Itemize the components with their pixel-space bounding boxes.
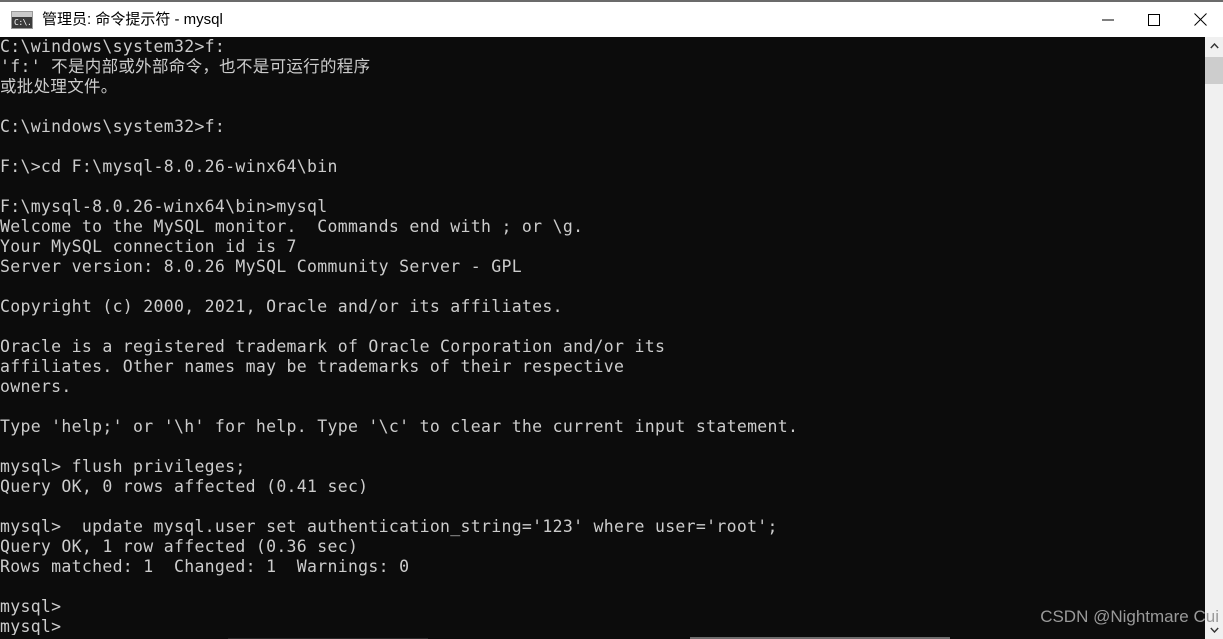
titlebar-buttons [1085,2,1223,37]
console-output[interactable]: C:\windows\system32>f:'f:' 不是内部或外部命令，也不是… [0,37,1204,639]
console-line: Query OK, 0 rows affected (0.41 sec) [0,477,369,496]
console-line: Copyright (c) 2000, 2021, Oracle and/or … [0,297,563,316]
scroll-up-button[interactable] [1205,37,1223,55]
console-line: mysql> update mysql.user set authenticat… [0,517,778,536]
console-line: Welcome to the MySQL monitor. Commands e… [0,217,584,236]
console-line: F:\mysql-8.0.26-winx64\bin>mysql [0,197,328,216]
minimize-button[interactable] [1085,2,1131,37]
console-line: Oracle is a registered trademark of Orac… [0,337,666,356]
console-line: 'f:' 不是内部或外部命令，也不是可运行的程序 [0,57,371,76]
cmd-icon-prompt-glyph: C:\. [14,17,32,27]
console-line: owners. [0,377,72,396]
window-title: 管理员: 命令提示符 - mysql [42,10,223,28]
console-line: Server version: 8.0.26 MySQL Community S… [0,257,522,276]
scrollbar-thumb[interactable] [1205,57,1223,84]
console-line: Type 'help;' or '\h' for help. Type '\c'… [0,417,799,436]
console-area[interactable]: C:\windows\system32>f:'f:' 不是内部或外部命令，也不是… [0,37,1223,639]
console-line: Rows matched: 1 Changed: 1 Warnings: 0 [0,557,410,576]
maximize-button[interactable] [1131,2,1177,37]
close-button[interactable] [1177,2,1223,37]
console-line: mysql> flush privileges; [0,457,246,476]
console-line: mysql> [0,597,62,616]
chevron-down-icon [1209,627,1219,633]
window-titlebar[interactable]: C:\. 管理员: 命令提示符 - mysql [0,0,1223,37]
close-icon [1193,13,1207,26]
console-line: Your MySQL connection id is 7 [0,237,297,256]
console-line: C:\windows\system32>f: [0,37,226,56]
minimize-icon [1102,19,1114,20]
scroll-down-button[interactable] [1205,621,1223,639]
command-prompt-window: C:\. 管理员: 命令提示符 - mysql C:\windows\syste… [0,0,1223,639]
console-line: F:\>cd F:\mysql-8.0.26-winx64\bin [0,157,338,176]
console-line: 或批处理文件。 [0,77,118,96]
cmd-console-icon: C:\. [11,10,33,29]
horizontal-scrollbar-track[interactable] [0,635,1205,639]
console-line: mysql> [0,617,62,636]
titlebar-left-group: C:\. 管理员: 命令提示符 - mysql [0,2,1085,37]
horizontal-scrollbar[interactable] [0,635,1205,639]
chevron-up-icon [1209,43,1219,49]
vertical-scrollbar[interactable] [1204,37,1223,639]
console-line: affiliates. Other names may be trademark… [0,357,625,376]
console-line: C:\windows\system32>f: [0,117,226,136]
console-line: Query OK, 1 row affected (0.36 sec) [0,537,359,556]
maximize-icon [1148,13,1160,26]
